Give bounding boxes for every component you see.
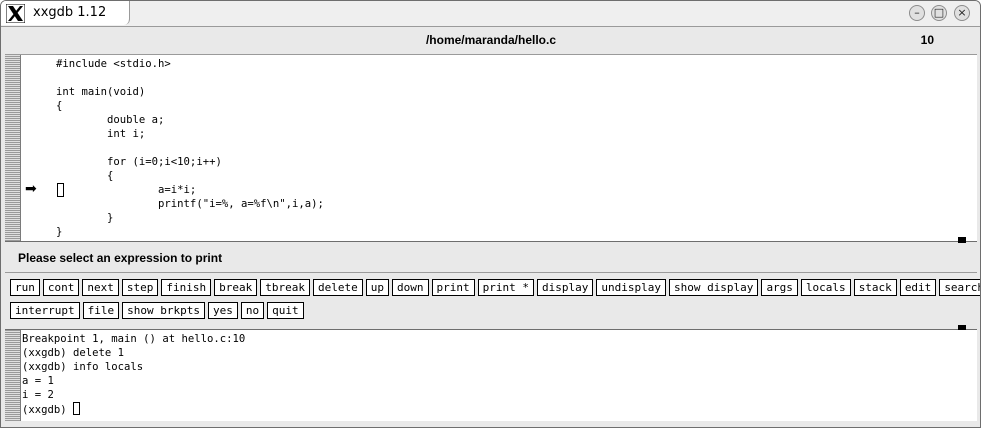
cmd-down-button[interactable]: down [392,279,429,296]
x-logo-icon [6,4,25,23]
cmd-up-button[interactable]: up [365,279,389,296]
cmd-cont-button[interactable]: cont [42,279,80,296]
cmd-search-button[interactable]: search [939,279,980,296]
title-bar[interactable]: xxgdb 1.12 – □ × [1,1,980,27]
dialog-output[interactable]: Breakpoint 1, main () at hello.c:10 (xxg… [22,332,245,417]
cmd-quit-button[interactable]: quit [267,302,304,319]
cmd-show-brkpts-button[interactable]: show brkpts [122,302,205,319]
cmd-file-button[interactable]: file [82,302,120,319]
text-cursor [73,402,81,415]
cmd-edit-button[interactable]: edit [899,279,937,296]
cmd-print-button[interactable]: print [431,279,475,296]
cmd-show-display-button[interactable]: show display [668,279,759,296]
source-pane[interactable]: ➡ #include <stdio.h> int main(void) { do… [5,55,977,245]
cmd-display-button[interactable]: display [536,279,594,296]
cmd-print-button[interactable]: print * [477,279,534,296]
cmd-run-button[interactable]: run [10,279,40,296]
title-tab[interactable]: xxgdb 1.12 [1,1,130,25]
dialog-text: Breakpoint 1, main () at hello.c:10 (xxg… [22,333,246,416]
close-icon[interactable]: × [954,5,970,21]
cmd-finish-button[interactable]: finish [161,279,212,296]
cmd-step-button[interactable]: step [121,279,159,296]
message-bar: Please select an expression to print [5,243,977,273]
cmd-break-button[interactable]: break [214,279,258,296]
minimize-icon[interactable]: – [909,5,925,21]
cmd-stack-button[interactable]: stack [853,279,897,296]
file-header: /home/maranda/hello.c 10 [5,27,977,55]
dialog-pane[interactable]: Breakpoint 1, main () at hello.c:10 (xxg… [5,330,977,421]
cmd-interrupt-button[interactable]: interrupt [10,302,80,319]
cmd-yes-button[interactable]: yes [207,302,238,319]
cmd-undisplay-button[interactable]: undisplay [596,279,666,296]
file-path: /home/maranda/hello.c [425,33,557,47]
xxgdb-window: xxgdb 1.12 – □ × /home/maranda/hello.c 1… [0,0,981,428]
cmd-no-button[interactable]: no [240,302,265,319]
command-row-1: run cont next step finish break tbreak delete up… [10,279,980,296]
command-row-2: interrupt file show brkpts yes no quit [10,302,304,319]
command-panel: run cont next step finish break tbreak delete up… [5,273,980,333]
dialog-scrollbar[interactable] [5,330,21,421]
status-message: Please select an expression to print [18,251,223,265]
maximize-icon[interactable]: □ [931,5,947,21]
source-scrollbar[interactable] [5,55,21,241]
cmd-delete-button[interactable]: delete [313,279,363,296]
exec-arrow-icon: ➡ [25,181,37,197]
source-code[interactable]: #include <stdio.h> int main(void) { doub… [56,57,324,239]
cmd-next-button[interactable]: next [82,279,119,296]
cmd-args-button[interactable]: args [761,279,798,296]
window-title: xxgdb 1.12 [33,5,107,20]
line-number: 10 [920,33,934,47]
cmd-tbreak-button[interactable]: tbreak [260,279,310,296]
cmd-locals-button[interactable]: locals [800,279,851,296]
